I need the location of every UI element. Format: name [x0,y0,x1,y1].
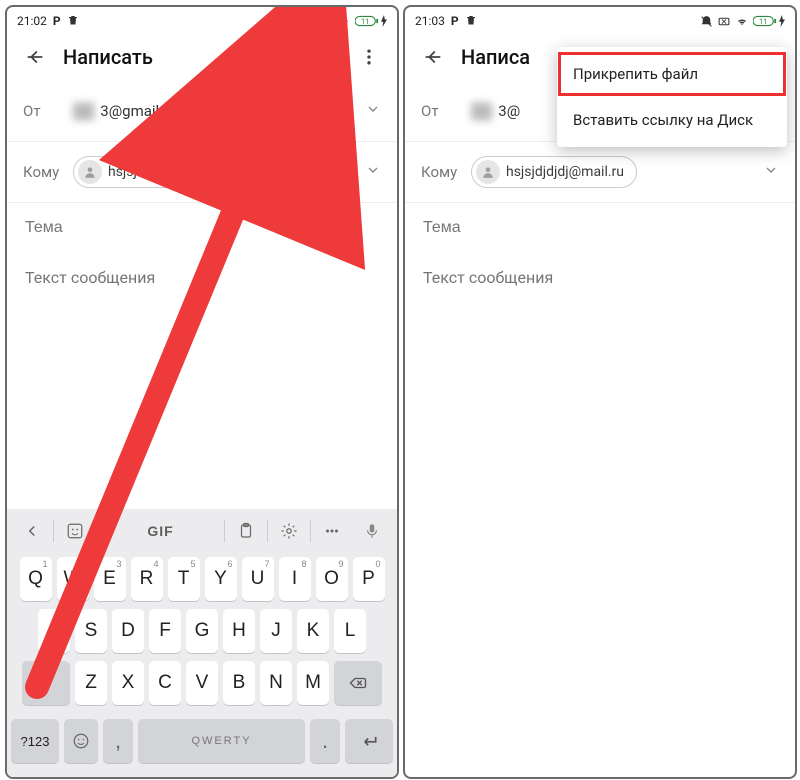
sticker-icon[interactable] [56,522,94,540]
recipient-chip[interactable]: hsjsjdjdjdj@mail.ru [73,156,239,188]
gif-button[interactable]: GIF [99,523,222,539]
subject-input[interactable] [23,218,385,238]
key-c[interactable]: C [149,661,181,705]
battery-indicator: 11 [355,15,387,27]
from-label: От [421,102,471,120]
chevron-down-icon[interactable] [365,101,381,121]
battery-indicator: 11 [753,15,785,27]
attach-button[interactable] [253,37,293,77]
key-a[interactable]: A [38,609,70,653]
key-w[interactable]: W2 [57,557,89,601]
menu-insert-drive[interactable]: Вставить ссылку на Диск [557,97,787,143]
key-p[interactable]: P0 [353,557,385,601]
key-j[interactable]: J [260,609,292,653]
status-time: 21:02 [17,14,47,28]
key-emoji[interactable] [64,719,98,763]
key-d[interactable]: D [112,609,144,653]
page-title: Написа [461,45,530,69]
from-value: 3@gmail.com [100,102,192,120]
from-value: 3@ [498,102,520,120]
send-button[interactable] [301,37,341,77]
phone-right: 21:03 P 11 Написа От ██3@ Кому h [403,5,797,779]
chevron-down-icon[interactable] [365,162,381,182]
kb-collapse-icon[interactable] [13,522,51,540]
key-o[interactable]: O9 [316,557,348,601]
key-x[interactable]: X [112,661,144,705]
key-enter[interactable] [345,719,393,763]
back-button[interactable] [15,37,55,77]
trash-icon [67,14,79,29]
to-field[interactable]: Кому hsjsjdjdjdj@mail.ru [7,142,397,203]
key-t[interactable]: T5 [168,557,200,601]
body-field[interactable] [7,252,397,408]
menu-attach-file[interactable]: Прикрепить файл [557,51,787,97]
key-backspace[interactable] [334,661,382,705]
subject-field[interactable] [7,203,397,252]
page-title: Написать [63,45,153,69]
key-v[interactable]: V [186,661,218,705]
from-field[interactable]: От ██3@gmail.com [7,81,397,142]
key-r[interactable]: R4 [131,557,163,601]
to-field[interactable]: Кому hsjsjdjdjdj@mail.ru [405,142,795,203]
dnd-icon [700,15,713,28]
key-l[interactable]: L [334,609,366,653]
wifi-icon [337,15,351,27]
dnd-icon [302,15,315,28]
key-u[interactable]: U7 [242,557,274,601]
settings-icon[interactable] [270,522,308,540]
svg-text:11: 11 [361,17,369,26]
more-horizontal-icon[interactable] [313,522,351,540]
subject-field[interactable] [405,203,795,252]
key-b[interactable]: B [223,661,255,705]
key-m[interactable]: M [297,661,329,705]
clipboard-icon[interactable] [227,522,265,540]
app-bar: Написать [7,33,397,81]
status-app-icon: P [451,14,459,28]
key-space[interactable]: QWERTY [138,719,305,763]
key-y[interactable]: Y6 [205,557,237,601]
key-g[interactable]: G [186,609,218,653]
key-shift[interactable] [22,661,70,705]
body-field[interactable] [405,252,795,408]
body-input[interactable] [23,266,385,390]
subject-input[interactable] [421,218,783,238]
key-period[interactable]: . [310,719,340,763]
key-e[interactable]: E3 [94,557,126,601]
wifi-icon [735,15,749,27]
phone-left: 21:02 P 11 Написать От [5,5,399,779]
status-time: 21:03 [415,14,445,28]
attach-menu: Прикрепить файл Вставить ссылку на Диск [557,47,787,147]
key-h[interactable]: H [223,609,255,653]
from-label: От [23,102,73,120]
body-input[interactable] [421,266,783,390]
key-k[interactable]: K [297,609,329,653]
mic-icon[interactable] [353,522,391,540]
recipient-chip[interactable]: hsjsjdjdjdj@mail.ru [471,156,637,188]
key-numeric[interactable]: ?123 [11,719,59,763]
trash-icon [465,14,477,29]
rotate-lock-icon [319,15,333,28]
svg-text:11: 11 [759,17,767,26]
key-i[interactable]: I8 [279,557,311,601]
to-label: Кому [421,163,471,181]
avatar-icon [78,160,102,184]
key-n[interactable]: N [260,661,292,705]
keyboard: GIF Q1W2E3R4T5Y6U7I8O9P0 ASDFGHJKL ZXCVB… [7,509,397,777]
avatar-icon [476,160,500,184]
key-z[interactable]: Z [75,661,107,705]
key-s[interactable]: S [75,609,107,653]
key-f[interactable]: F [149,609,181,653]
status-bar: 21:02 P 11 [7,7,397,33]
status-bar: 21:03 P 11 [405,7,795,33]
kb-suggestion-bar: GIF [7,509,397,553]
key-q[interactable]: Q1 [20,557,52,601]
status-app-icon: P [53,14,61,28]
rotate-lock-icon [717,15,731,28]
back-button[interactable] [413,37,453,77]
key-comma[interactable]: , [103,719,133,763]
to-label: Кому [23,163,73,181]
more-button[interactable] [349,37,389,77]
chevron-down-icon[interactable] [763,162,779,182]
